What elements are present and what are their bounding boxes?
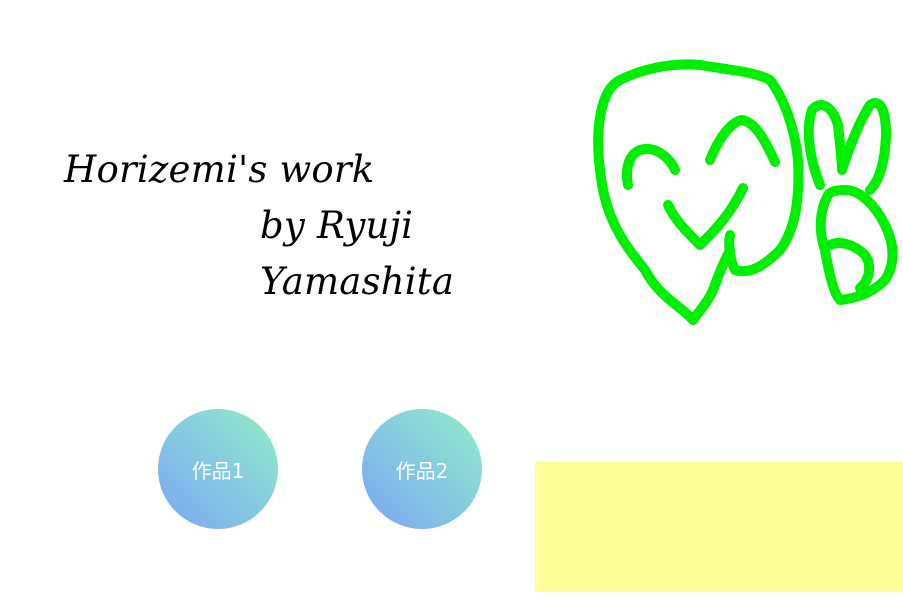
doodle-head-outline bbox=[593, 59, 804, 325]
page: Horizemi's work by Ryuji Yamashita 作品1 作… bbox=[0, 0, 903, 602]
work-2-label: 作品2 bbox=[395, 458, 449, 483]
byline-surname: Yamashita bbox=[260, 260, 455, 303]
doodle-left-eye bbox=[621, 143, 680, 190]
work-1-button[interactable]: 作品1 bbox=[158, 409, 278, 529]
title-block: Horizemi's work by Ryuji Yamashita bbox=[64, 142, 464, 310]
page-title: Horizemi's work bbox=[64, 148, 375, 191]
doodle-right-eye bbox=[705, 115, 780, 167]
doodle-rabbit-ears bbox=[803, 98, 891, 195]
byline-name: by Ryuji bbox=[260, 204, 414, 247]
yellow-panel bbox=[535, 462, 903, 592]
doodle-chin bbox=[688, 245, 735, 325]
doodle-drawing bbox=[593, 59, 898, 325]
work-2-button[interactable]: 作品2 bbox=[362, 409, 482, 529]
work-1-label: 作品1 bbox=[191, 458, 245, 483]
